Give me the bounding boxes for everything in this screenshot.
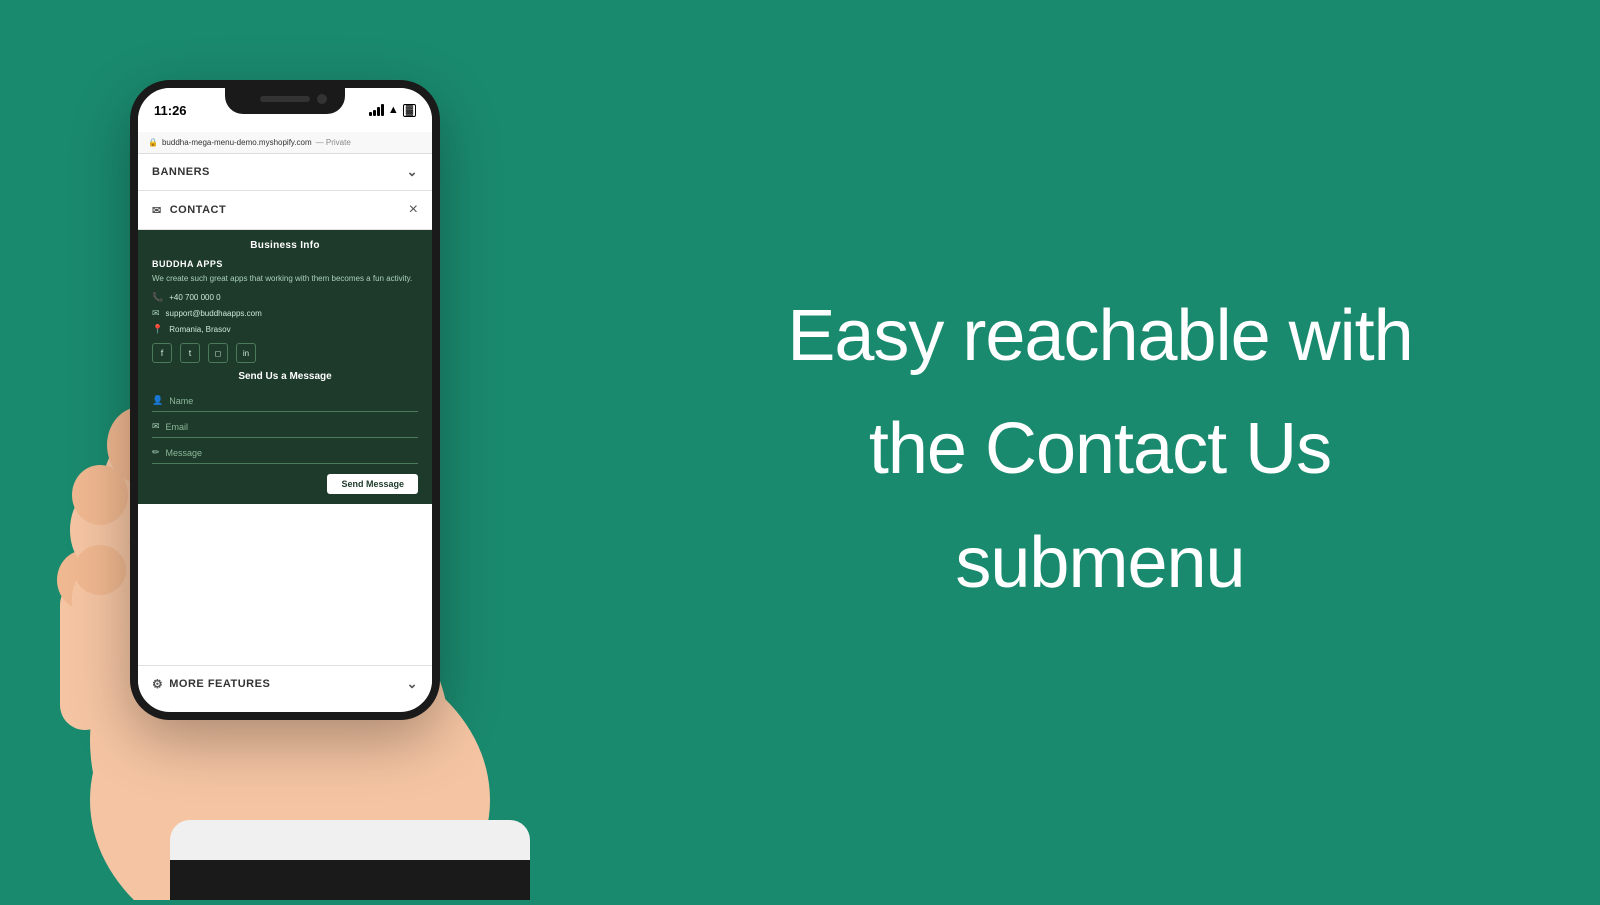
location-text: Romania, Brasov xyxy=(169,325,230,334)
banners-menu-row[interactable]: BANNERS ⌄ xyxy=(138,154,432,191)
email-info-row: ✉ support@buddhaapps.com xyxy=(152,308,418,319)
browser-private: — Private xyxy=(316,138,351,147)
phone-notch xyxy=(225,88,345,114)
mail-icon: ✉ xyxy=(152,204,162,217)
lock-icon: 🔒 xyxy=(148,138,158,147)
phone-icon: 📞 xyxy=(152,292,163,303)
status-time: 11:26 xyxy=(154,103,187,118)
more-features-chevron-icon: ⌄ xyxy=(407,676,418,692)
send-message-title: Send Us a Message xyxy=(152,371,418,382)
name-placeholder: Name xyxy=(169,396,193,406)
message-icon: ✏ xyxy=(152,447,160,458)
form-clearfix: Send Message xyxy=(152,468,418,494)
social-links-row: f t ◻ in xyxy=(152,343,418,363)
contact-menu-row[interactable]: ✉ CONTACT × xyxy=(138,191,432,230)
headline-area: Easy reachable with the Contact Us subme… xyxy=(600,230,1600,671)
company-name: BUDDHA APPS xyxy=(152,259,418,269)
message-placeholder: Message xyxy=(166,448,203,458)
banners-chevron-icon: ⌄ xyxy=(407,164,418,180)
headline-text: Easy reachable with the Contact Us subme… xyxy=(787,290,1412,611)
facebook-button[interactable]: f xyxy=(152,343,172,363)
headline-line2: the Contact Us xyxy=(787,403,1412,497)
name-field-row[interactable]: 👤 Name xyxy=(152,390,418,412)
company-description: We create such great apps that working w… xyxy=(152,273,418,284)
speaker xyxy=(260,96,310,102)
status-bar: 11:26 ▲ ▓ xyxy=(138,88,432,132)
battery-icon: ▓ xyxy=(403,104,416,117)
location-icon: 📍 xyxy=(152,324,163,335)
phone-mockup-area: 11:26 ▲ ▓ 🔒 buddha-mega-menu-demo.myshop… xyxy=(0,0,600,900)
phone-frame: 11:26 ▲ ▓ 🔒 buddha-mega-menu-demo.myshop… xyxy=(130,80,440,720)
message-field-row[interactable]: ✏ Message xyxy=(152,442,418,464)
banners-label: BANNERS xyxy=(152,166,210,178)
phone-content: BANNERS ⌄ ✉ CONTACT × Business Info BUDD… xyxy=(138,154,432,702)
email-icon: ✉ xyxy=(152,308,160,319)
phone-info-row: 📞 +40 700 000 0 xyxy=(152,292,418,303)
more-features-left: ⚙ MORE FEATURES xyxy=(152,677,270,691)
linkedin-button[interactable]: in xyxy=(236,343,256,363)
wifi-icon: ▲ xyxy=(388,104,399,116)
email-placeholder: Email xyxy=(166,422,189,432)
browser-url: buddha-mega-menu-demo.myshopify.com xyxy=(162,138,312,147)
business-info-title: Business Info xyxy=(152,240,418,251)
more-features-row[interactable]: ⚙ MORE FEATURES ⌄ xyxy=(138,665,432,702)
camera xyxy=(317,94,327,104)
location-info-row: 📍 Romania, Brasov xyxy=(152,324,418,335)
instagram-button[interactable]: ◻ xyxy=(208,343,228,363)
gear-icon: ⚙ xyxy=(152,677,163,691)
browser-bar: 🔒 buddha-mega-menu-demo.myshopify.com — … xyxy=(138,132,432,154)
headline-line1: Easy reachable with xyxy=(787,290,1412,384)
signal-icon xyxy=(369,104,384,116)
phone-number: +40 700 000 0 xyxy=(169,293,220,302)
more-features-label: MORE FEATURES xyxy=(169,678,270,690)
twitter-button[interactable]: t xyxy=(180,343,200,363)
email-address: support@buddhaapps.com xyxy=(166,309,262,318)
email-field-icon: ✉ xyxy=(152,421,160,432)
user-icon: 👤 xyxy=(152,395,163,406)
send-message-button[interactable]: Send Message xyxy=(327,474,418,494)
headline-line3: submenu xyxy=(787,517,1412,611)
contact-label: CONTACT xyxy=(170,204,226,216)
contact-row-left: ✉ CONTACT xyxy=(152,204,226,217)
email-field-row[interactable]: ✉ Email xyxy=(152,416,418,438)
contact-dark-panel: Business Info BUDDHA APPS We create such… xyxy=(138,230,432,504)
status-icons: ▲ ▓ xyxy=(369,104,416,117)
close-button[interactable]: × xyxy=(409,201,418,219)
